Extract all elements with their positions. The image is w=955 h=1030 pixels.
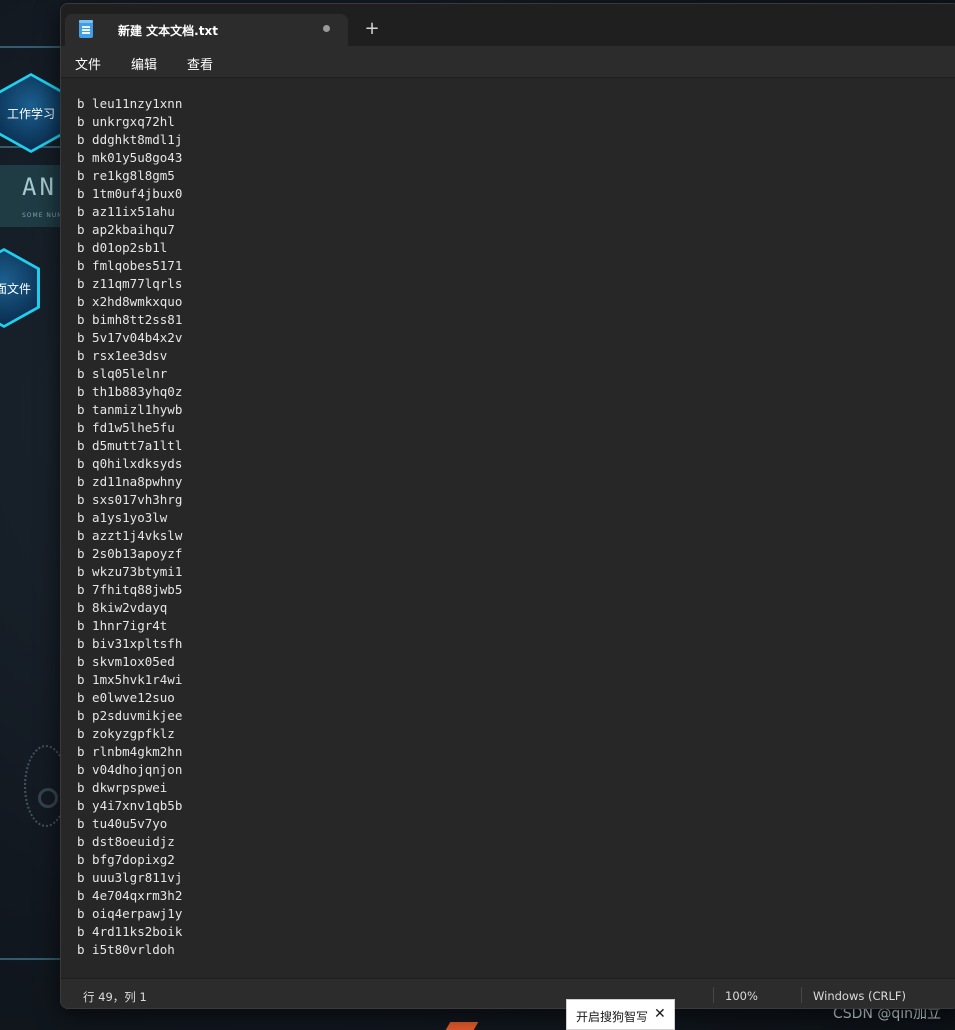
text-line: b th1b883yhq0z bbox=[77, 384, 183, 399]
text-line: b unkrgxq72hl bbox=[77, 114, 175, 129]
desktop-icon-label: 工作学习 bbox=[0, 76, 64, 150]
text-line: b fd1w5lhe5fu bbox=[77, 420, 175, 435]
title-bar: 新建 文本文档.txt + bbox=[61, 4, 955, 46]
text-line: b az11ix51ahu bbox=[77, 204, 175, 219]
status-divider bbox=[801, 987, 802, 1003]
text-line: b 8kiw2vdayq bbox=[77, 600, 168, 615]
text-line: b rsx1ee3dsv bbox=[77, 348, 168, 363]
text-line: b bimh8tt2ss81 bbox=[77, 312, 183, 327]
text-line: b 2s0b13apoyzf bbox=[77, 546, 183, 561]
desktop-icon-label: 面文件 bbox=[0, 251, 37, 325]
status-divider bbox=[713, 987, 714, 1003]
text-line: b sxs017vh3hrg bbox=[77, 492, 183, 507]
notepad-window: 新建 文本文档.txt + 文件 编辑 查看 b leu11nzy1xnn b u… bbox=[60, 3, 955, 1009]
taskbar-accent bbox=[445, 1022, 479, 1030]
text-line: b q0hilxdksyds bbox=[77, 456, 183, 471]
menu-view[interactable]: 查看 bbox=[187, 54, 213, 73]
zoom-level[interactable]: 100% bbox=[725, 989, 758, 1003]
ime-popup: 开启搜狗智写 ✕ bbox=[566, 999, 675, 1030]
text-line: b p2sduvmikjee bbox=[77, 708, 183, 723]
text-line: b 1tm0uf4jbux0 bbox=[77, 186, 183, 201]
text-line: b rlnbm4gkm2hn bbox=[77, 744, 183, 759]
cursor-position: 行 49，列 1 bbox=[83, 990, 147, 1004]
notepad-icon bbox=[79, 20, 93, 38]
close-icon[interactable]: ✕ bbox=[654, 1006, 666, 1022]
text-line: b z11qm77lqrls bbox=[77, 276, 183, 291]
new-tab-button[interactable]: + bbox=[361, 18, 383, 40]
line-ending[interactable]: Windows (CRLF) bbox=[813, 989, 906, 1003]
text-line: b tanmizl1hywb bbox=[77, 402, 183, 417]
text-line: b mk01y5u8go43 bbox=[77, 150, 183, 165]
text-line: b d5mutt7a1ltl bbox=[77, 438, 183, 453]
text-lines: b leu11nzy1xnn b unkrgxq72hl b ddghkt8mdl1… bbox=[77, 95, 182, 959]
banner-title: AN bbox=[22, 173, 57, 201]
text-line: b zd11na8pwhny bbox=[77, 474, 183, 489]
ime-enable-button[interactable]: 开启搜狗智写 bbox=[576, 1008, 648, 1025]
text-line: b v04dhojqnjon bbox=[77, 762, 183, 777]
text-line: b e0lwve12suo bbox=[77, 690, 175, 705]
text-line: b uuu3lgr811vj bbox=[77, 870, 183, 885]
text-line: b a1ys1yo3lw bbox=[77, 510, 168, 525]
text-line: b biv31xpltsfh bbox=[77, 636, 183, 651]
text-line: b ap2kbaihqu7 bbox=[77, 222, 175, 237]
text-line: b dkwrpspwei bbox=[77, 780, 168, 795]
text-line: b x2hd8wmkxquo bbox=[77, 294, 183, 309]
text-line: b slq05lelnr bbox=[77, 366, 168, 381]
text-line: b leu11nzy1xnn bbox=[77, 96, 183, 111]
menu-file[interactable]: 文件 bbox=[75, 54, 101, 73]
text-line: b 1mx5hvk1r4wi bbox=[77, 672, 183, 687]
text-line: b wkzu73btymi1 bbox=[77, 564, 183, 579]
text-line: b azzt1j4vkslw bbox=[77, 528, 183, 543]
gear-core-icon bbox=[38, 788, 58, 808]
text-line: b y4i7xnv1qb5b bbox=[77, 798, 183, 813]
text-editor[interactable]: b leu11nzy1xnn b unkrgxq72hl b ddghkt8mdl1… bbox=[61, 79, 955, 978]
text-line: b d01op2sb1l bbox=[77, 240, 168, 255]
text-line: b 4e704qxrm3h2 bbox=[77, 888, 183, 903]
text-line: b tu40u5v7yo bbox=[77, 816, 168, 831]
menu-bar: 文件 编辑 查看 bbox=[61, 46, 955, 78]
desktop-icon-files[interactable]: 面文件 bbox=[0, 248, 40, 328]
menu-edit[interactable]: 编辑 bbox=[131, 54, 157, 73]
text-line: b zokyzgpfklz bbox=[77, 726, 175, 741]
text-line: b i5t80vrldoh bbox=[77, 942, 175, 957]
text-line: b 4rd11ks2boik bbox=[77, 924, 183, 939]
text-line: b re1kg8l8gm5 bbox=[77, 168, 175, 183]
desktop-icon-work-study[interactable]: 工作学习 bbox=[0, 73, 67, 153]
text-line: b oiq4erpawj1y bbox=[77, 906, 183, 921]
tab-title: 新建 文本文档.txt bbox=[118, 24, 218, 38]
text-line: b 5v17v04b4x2v bbox=[77, 330, 183, 345]
text-line: b dst8oeuidjz bbox=[77, 834, 175, 849]
text-line: b ddghkt8mdl1j bbox=[77, 132, 183, 147]
text-line: b 1hnr7igr4t bbox=[77, 618, 168, 633]
text-line: b fmlqobes5171 bbox=[77, 258, 183, 273]
text-line: b skvm1ox05ed bbox=[77, 654, 175, 669]
text-line: b bfg7dopixg2 bbox=[77, 852, 175, 867]
unsaved-indicator-icon[interactable] bbox=[323, 25, 330, 32]
tab-file[interactable]: 新建 文本文档.txt bbox=[65, 14, 348, 46]
text-line: b 7fhitq88jwb5 bbox=[77, 582, 183, 597]
status-bar: 行 49，列 1 100% Windows (CRLF) bbox=[61, 978, 955, 1008]
